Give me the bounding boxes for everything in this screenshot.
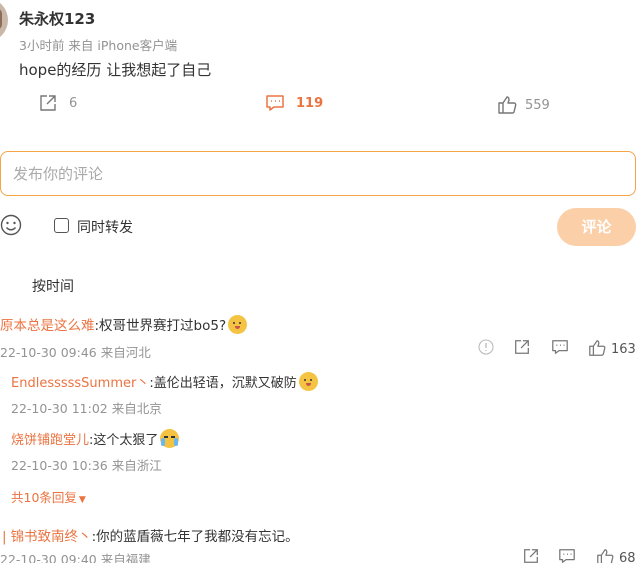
post-meta: 3小时前 来自 iPhone客户端 — [19, 38, 178, 53]
comment-meta: 22-10-30 09:40 来自福建 — [0, 552, 151, 563]
like-count: 559 — [525, 98, 550, 113]
submit-comment-button[interactable]: 评论 — [557, 208, 636, 246]
comment-text: :你的蓝盾薇七年了我都没有忘记。 — [91, 529, 299, 545]
reply-username[interactable]: Endlesssss­Summer丶 — [11, 376, 149, 391]
comment-icon — [265, 93, 285, 113]
more-replies-link[interactable]: 共10条回复 ▼ — [11, 487, 86, 506]
thumb-up-icon — [497, 95, 517, 115]
comment-username[interactable]: 原本总是这么难 — [0, 318, 95, 334]
post-username[interactable]: 朱永权123 — [19, 8, 95, 29]
reply-text: :盖伦出轻语，沉默又破防 — [149, 376, 297, 391]
comment-item: | 锦书致南终丶:你的蓝盾薇七年了我都没有忘记。 — [2, 525, 299, 545]
reply-item: Endlesssss­Summer丶:盖伦出轻语，沉默又破防 — [11, 372, 318, 391]
reply-meta: 22-10-30 11:02 来自北京 — [11, 401, 162, 416]
doge-emoji-icon — [228, 315, 248, 334]
reply-meta: 22-10-30 10:36 来自浙江 — [11, 458, 162, 473]
reply-item: 烧饼铺跑堂儿:这个太狠了 — [11, 429, 180, 448]
sort-by-time[interactable]: 按时间 — [32, 276, 74, 296]
comment-input[interactable] — [1, 152, 635, 195]
comment-count: 119 — [296, 96, 324, 111]
also-repost-label[interactable]: 同时转发 — [77, 217, 133, 237]
comment-item: 原本总是这么难:权哥世界赛打过bo5? — [0, 314, 248, 334]
caret-down-icon: ▼ — [78, 495, 86, 505]
comment-like-count: 163 — [611, 342, 636, 357]
comment-meta: 22-10-30 09:46 来自河北 — [0, 345, 151, 360]
reply-icon[interactable] — [551, 338, 569, 356]
repost-count: 6 — [69, 96, 78, 111]
comment-username[interactable]: 锦书致南终丶 — [11, 529, 92, 545]
also-repost-checkbox[interactable] — [54, 218, 69, 233]
post-text: hope的经历 让我想起了自己 — [19, 61, 212, 79]
comment-like-count: 68 — [619, 551, 636, 563]
reply-username[interactable]: 烧饼铺跑堂儿 — [11, 433, 89, 448]
comment-input-box[interactable] — [0, 151, 636, 196]
info-icon[interactable] — [478, 339, 494, 355]
crying-laugh-emoji-icon — [160, 429, 180, 448]
repost-icon[interactable] — [513, 338, 531, 356]
comment-text: :权哥世界赛打过bo5? — [94, 318, 227, 334]
reply-text: :这个太狠了 — [89, 433, 159, 448]
bar-icon: | — [2, 529, 7, 545]
emoji-picker-icon[interactable] — [0, 214, 22, 236]
avatar[interactable] — [0, 0, 8, 42]
doge-emoji-icon — [298, 372, 318, 391]
more-replies-label: 共10条回复 — [11, 490, 77, 505]
repost-icon[interactable] — [522, 547, 540, 563]
repost-icon — [38, 93, 58, 113]
reply-icon[interactable] — [558, 547, 576, 563]
thumb-up-icon — [588, 339, 606, 357]
thumb-up-icon — [596, 548, 614, 563]
